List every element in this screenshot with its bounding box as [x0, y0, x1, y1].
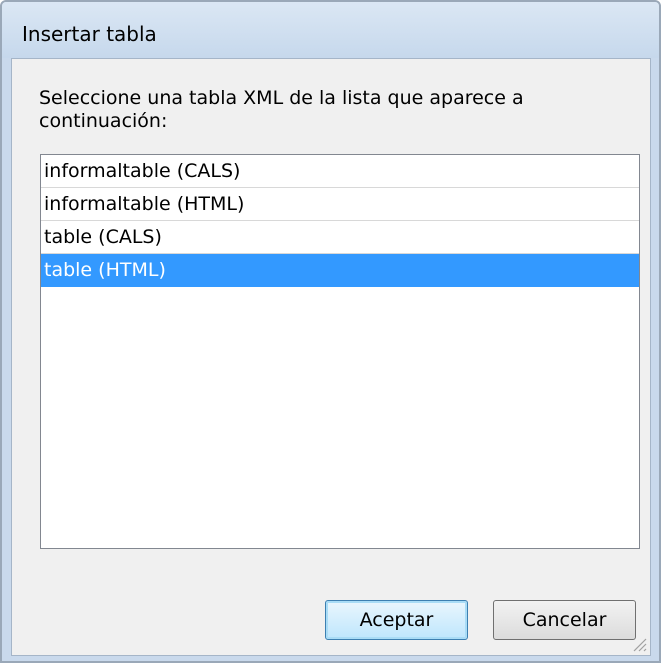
list-item[interactable]: informaltable (HTML) — [41, 188, 639, 221]
insert-table-dialog: Insertar tabla Seleccione una tabla XML … — [0, 0, 661, 663]
dialog-body: Seleccione una tabla XML de la lista que… — [11, 58, 651, 656]
table-listbox[interactable]: informaltable (CALS) informaltable (HTML… — [40, 154, 640, 549]
list-item[interactable]: table (CALS) — [41, 221, 639, 254]
title-bar[interactable]: Insertar tabla — [2, 2, 659, 58]
ok-button[interactable]: Aceptar — [325, 600, 468, 640]
resize-grip-icon[interactable] — [629, 634, 647, 652]
window-title: Insertar tabla — [22, 22, 157, 46]
list-item-selected[interactable]: table (HTML) — [41, 254, 639, 287]
list-item[interactable]: informaltable (CALS) — [41, 155, 639, 188]
instruction-text: Seleccione una tabla XML de la lista que… — [39, 87, 524, 132]
cancel-button[interactable]: Cancelar — [493, 600, 636, 640]
